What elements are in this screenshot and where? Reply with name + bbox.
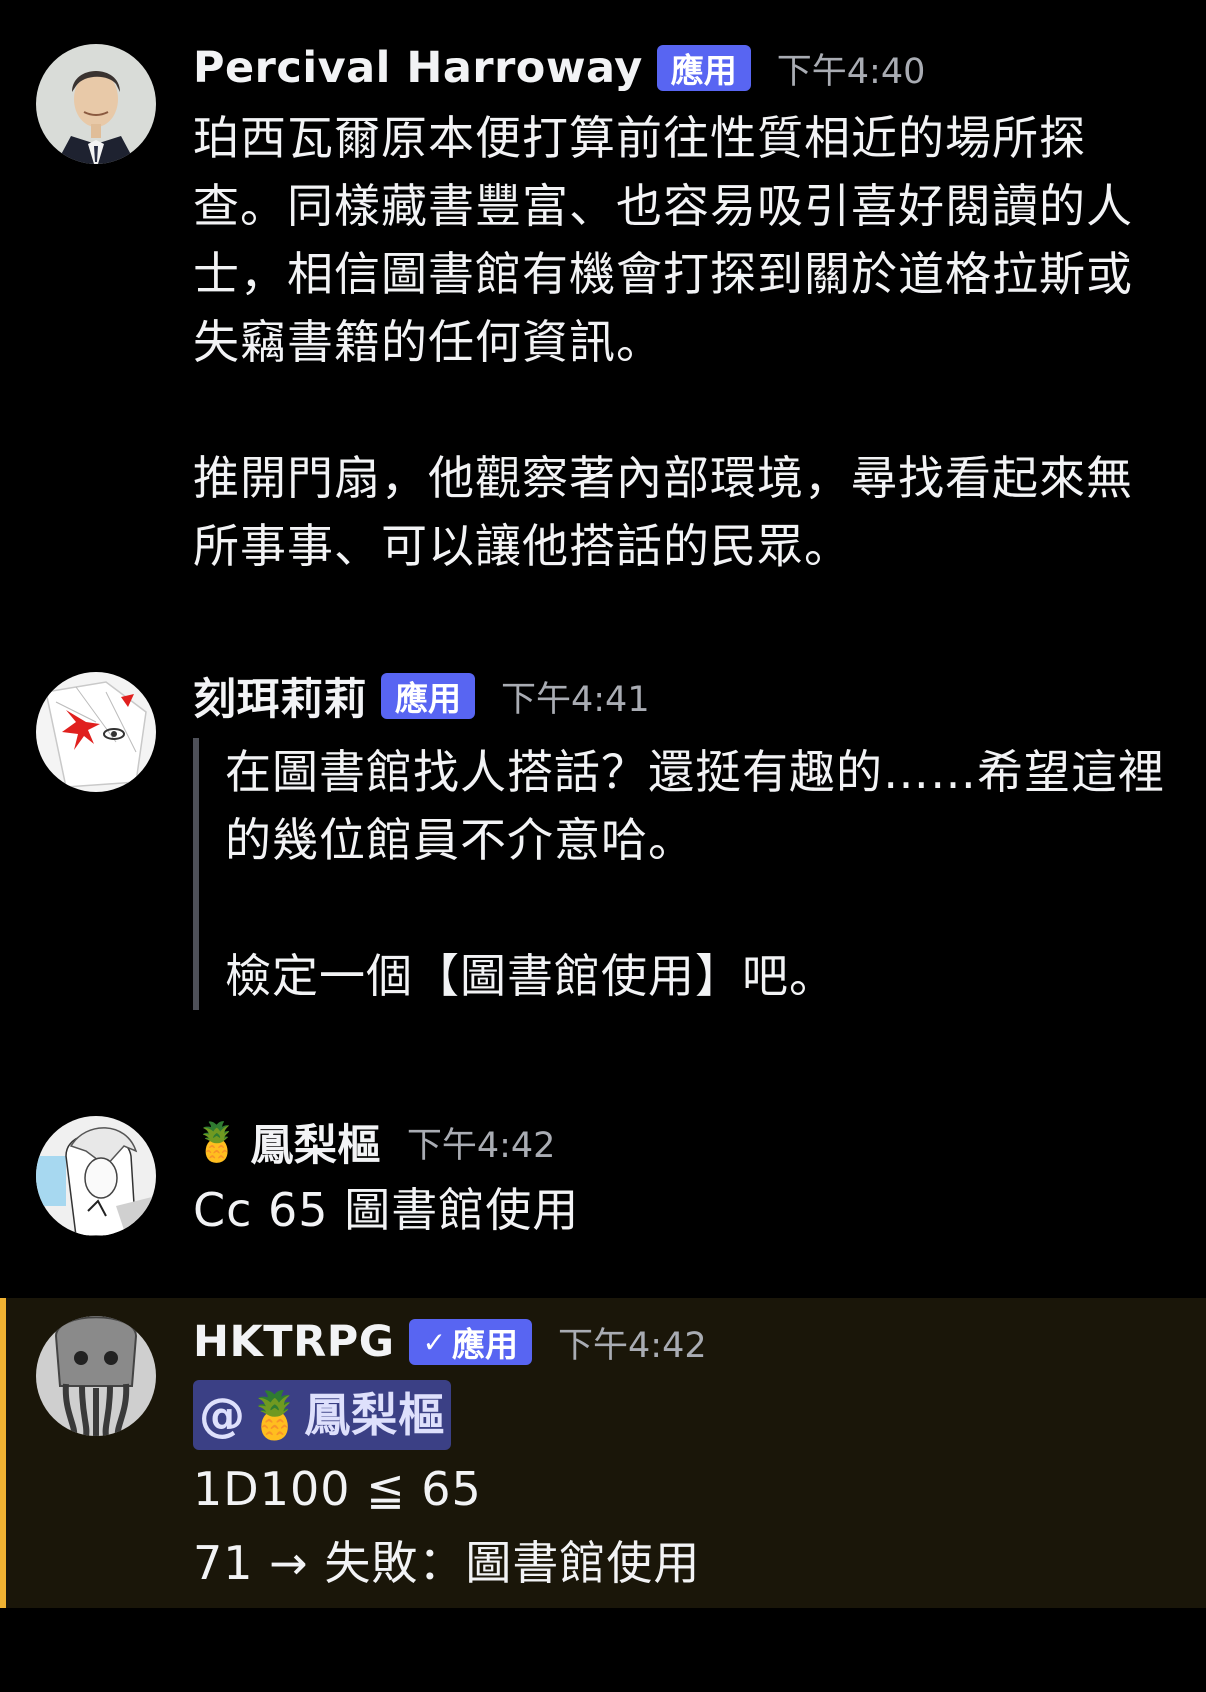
quote-paragraph: 在圖書館找人搭話？還挺有趣的……希望這裡的幾位館員不介意哈。 <box>225 745 1165 867</box>
avatar-percival[interactable] <box>36 44 156 164</box>
message-header: 刻珥莉莉 應用 下午4:41 <box>193 666 650 726</box>
pineapple-user-portrait-icon <box>36 1116 156 1236</box>
keer-lily-portrait-icon <box>36 672 156 792</box>
mention-name: 鳳梨樞 <box>304 1388 446 1442</box>
message-content: @🍍鳳梨樞 1D100 ≦ 65 71 → 失敗：圖書館使用 <box>193 1378 1173 1600</box>
username[interactable]: 鳳梨樞 <box>250 1111 381 1173</box>
message-header: 🍍 鳳梨樞 下午4:42 <box>193 1112 555 1172</box>
username[interactable]: Percival Harroway <box>193 43 643 93</box>
timestamp: 下午4:42 <box>406 1125 556 1166</box>
pineapple-icon: 🍍 <box>193 1119 241 1164</box>
timestamp: 下午4:42 <box>558 1325 707 1366</box>
message-header: HKTRPG ✓ 應用 下午4:42 <box>193 1312 707 1372</box>
message-paragraph: 珀西瓦爾原本便打算前往性質相近的場所探查。同樣藏書豐富、也容易吸引喜好閱讀的人士… <box>193 111 1133 369</box>
cthulhu-portrait-icon <box>36 1316 156 1436</box>
quote-paragraph: 檢定一個【圖書館使用】吧。 <box>225 949 836 1003</box>
pineapple-icon: 🍍 <box>246 1388 305 1442</box>
verified-app-badge: ✓ 應用 <box>408 1319 533 1365</box>
message-paragraph: 推開門扇，他觀察著內部環境，尋找看起來無所事事、可以讓他搭話的民眾。 <box>193 451 1133 573</box>
blockquote: 在圖書館找人搭話？還挺有趣的……希望這裡的幾位館員不介意哈。 檢定一個【圖書館使… <box>193 738 1173 1010</box>
mention-at: @ <box>199 1388 246 1442</box>
avatar-keer-lily[interactable] <box>36 672 156 792</box>
timestamp: 下午4:40 <box>776 51 926 92</box>
avatar-pineapple[interactable] <box>36 1116 156 1236</box>
timestamp: 下午4:41 <box>501 679 650 720</box>
message-header: Percival Harroway 應用 下午4:40 <box>193 38 925 98</box>
message-text: Cc 65 圖書館使用 <box>193 1183 580 1237</box>
roll-line: 1D100 ≦ 65 <box>193 1462 482 1516</box>
message-content: 珀西瓦爾原本便打算前往性質相近的場所探查。同樣藏書豐富、也容易吸引喜好閱讀的人士… <box>193 104 1173 580</box>
avatar-hktrpg[interactable] <box>36 1316 156 1436</box>
percival-portrait-icon <box>36 44 156 164</box>
result-line: 71 → 失敗：圖書館使用 <box>193 1536 701 1590</box>
username[interactable]: HKTRPG <box>193 1317 395 1367</box>
app-badge: 應用 <box>656 45 751 91</box>
app-badge: 應用 <box>381 673 475 719</box>
badge-label: 應用 <box>452 1325 519 1364</box>
checkmark-icon: ✓ <box>422 1325 447 1359</box>
user-mention[interactable]: @🍍鳳梨樞 <box>193 1380 452 1450</box>
username[interactable]: 刻珥莉莉 <box>193 665 367 727</box>
message-content: Cc 65 圖書館使用 <box>193 1176 1173 1244</box>
